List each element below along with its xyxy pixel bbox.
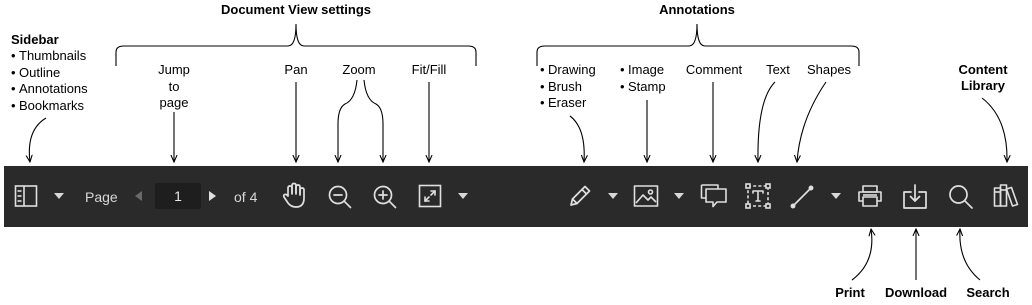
zoom-in-icon[interactable] — [372, 184, 398, 210]
fit-fill-icon[interactable] — [418, 184, 442, 208]
shapes-dropdown-caret-icon[interactable] — [831, 193, 841, 199]
content-library-icon[interactable] — [993, 183, 1019, 209]
document-view-brace — [115, 23, 477, 66]
page-number-input[interactable]: 1 — [155, 183, 201, 209]
line-shape-icon[interactable] — [789, 184, 815, 210]
search-icon[interactable] — [948, 184, 974, 210]
sidebar-dropdown-caret-icon[interactable] — [54, 193, 64, 199]
image-dropdown-caret-icon[interactable] — [674, 193, 684, 199]
zoom-out-icon[interactable] — [327, 184, 353, 210]
printer-icon[interactable] — [857, 184, 883, 208]
pencil-drawing-icon[interactable] — [567, 183, 593, 209]
shapes-arrow — [797, 81, 827, 162]
drawing-dropdown-caret-icon[interactable] — [608, 193, 618, 199]
print-arrow — [851, 229, 872, 281]
sidebar-arrow — [29, 117, 47, 162]
fit-fill-dropdown-caret-icon[interactable] — [458, 193, 468, 199]
text-box-icon[interactable] — [745, 183, 771, 209]
download-icon[interactable] — [902, 182, 928, 210]
comment-icon[interactable] — [700, 183, 728, 209]
next-page-icon[interactable] — [209, 191, 216, 201]
annotation-arrows-overlay — [0, 23, 1032, 281]
previous-page-icon[interactable] — [135, 191, 142, 201]
text-arrow — [758, 81, 776, 162]
search-arrow — [960, 229, 981, 281]
image-icon[interactable] — [633, 184, 659, 208]
drawing-arrow — [569, 115, 584, 162]
sidebar-panel-icon[interactable] — [14, 184, 38, 208]
content-library-arrow — [981, 97, 1007, 162]
page-label: Page — [85, 189, 118, 205]
viewer-toolbar: Page 1 of 4 — [4, 166, 1028, 227]
page-total-label: of 4 — [234, 189, 258, 205]
annotations-brace — [536, 23, 860, 66]
hand-pan-icon[interactable] — [281, 182, 307, 210]
zoom-in-arrow — [363, 79, 383, 162]
zoom-out-arrow — [338, 79, 358, 162]
